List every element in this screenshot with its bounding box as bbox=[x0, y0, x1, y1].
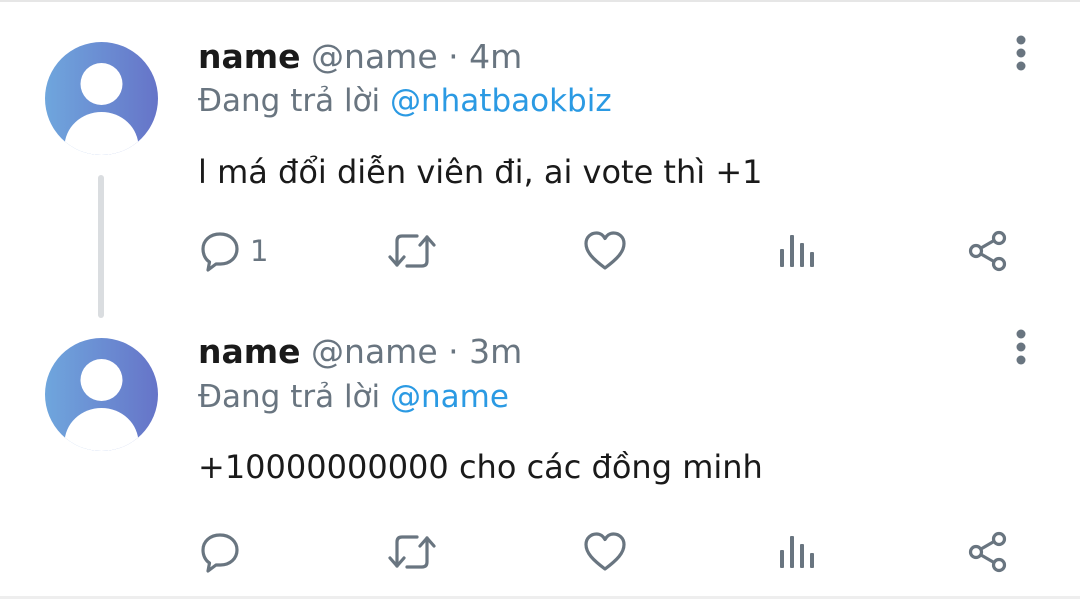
separator: · bbox=[448, 332, 459, 371]
reply-button[interactable]: 1 bbox=[200, 229, 268, 273]
more-vertical-icon[interactable] bbox=[1005, 328, 1037, 368]
display-name[interactable]: name bbox=[198, 332, 301, 371]
share-button[interactable] bbox=[967, 530, 1011, 574]
retweet-button[interactable] bbox=[387, 229, 437, 273]
user-handle[interactable]: @name bbox=[311, 332, 438, 371]
user-handle[interactable]: @name bbox=[311, 37, 438, 76]
views-button[interactable] bbox=[777, 530, 817, 574]
more-vertical-icon[interactable] bbox=[1005, 34, 1037, 74]
replying-to: Đang trả lời @nhatbaokbiz bbox=[198, 81, 612, 121]
retweet-icon bbox=[388, 234, 436, 268]
tweet-header: name @name · 3m bbox=[198, 332, 522, 372]
heart-icon bbox=[584, 231, 626, 270]
replying-to-label: Đang trả lời bbox=[198, 379, 381, 415]
retweet-button[interactable] bbox=[387, 530, 437, 574]
default-avatar-icon bbox=[64, 359, 139, 451]
like-button[interactable] bbox=[583, 530, 627, 574]
replying-to-label: Đang trả lời bbox=[198, 83, 381, 119]
mention-link[interactable]: @name bbox=[390, 379, 509, 415]
timestamp[interactable]: 3m bbox=[469, 332, 522, 371]
retweet-icon bbox=[388, 535, 436, 569]
tweet-text: l má đổi diễn viên đi, ai vote thì +1 bbox=[198, 153, 763, 191]
like-button[interactable] bbox=[583, 229, 627, 273]
share-icon bbox=[968, 230, 1007, 272]
comment-icon bbox=[201, 533, 239, 573]
tweet-header: name @name · 4m bbox=[198, 37, 522, 77]
analytics-icon bbox=[780, 235, 814, 267]
avatar[interactable] bbox=[45, 338, 158, 451]
mention-link[interactable]: @nhatbaokbiz bbox=[390, 83, 612, 119]
thread-connector-line bbox=[98, 175, 104, 318]
heart-icon bbox=[584, 532, 626, 571]
analytics-icon bbox=[780, 536, 814, 568]
reply-button[interactable] bbox=[200, 530, 250, 574]
share-icon bbox=[968, 531, 1007, 573]
replying-to: Đang trả lời @name bbox=[198, 377, 509, 417]
timestamp[interactable]: 4m bbox=[469, 37, 522, 76]
share-button[interactable] bbox=[967, 229, 1011, 273]
reply-count: 1 bbox=[250, 234, 269, 268]
separator: · bbox=[448, 37, 459, 76]
tweet-text: +10000000000 cho các đồng minh bbox=[198, 448, 763, 486]
comment-icon bbox=[201, 232, 239, 272]
views-button[interactable] bbox=[777, 229, 817, 273]
top-divider bbox=[0, 0, 1080, 2]
display-name[interactable]: name bbox=[198, 37, 301, 76]
avatar[interactable] bbox=[45, 42, 158, 155]
default-avatar-icon bbox=[64, 63, 139, 155]
